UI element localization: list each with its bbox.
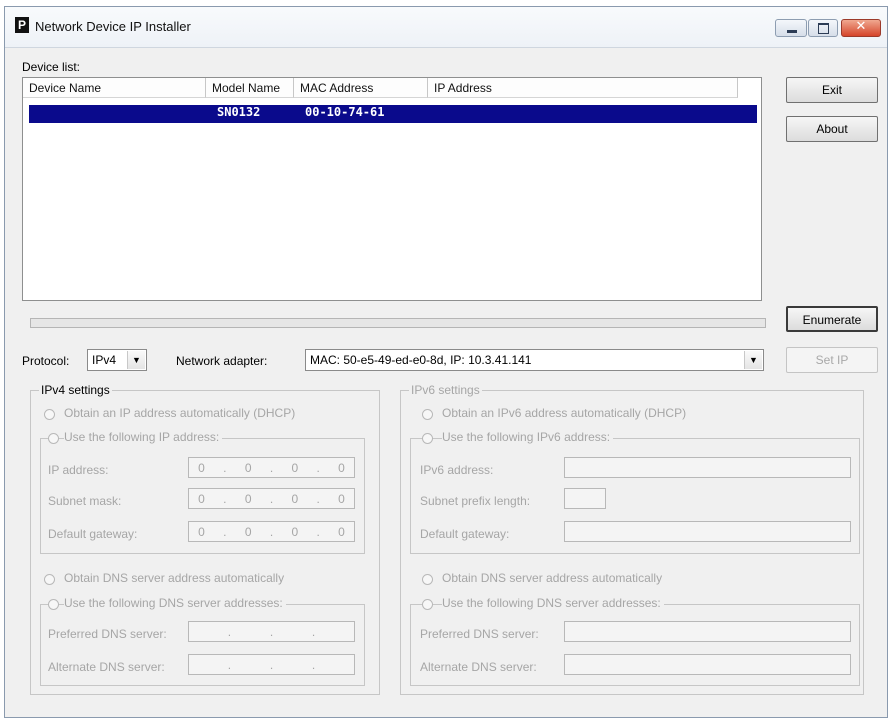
set-ip-button[interactable]: Set IP (786, 347, 878, 373)
minimize-icon (787, 30, 797, 33)
ipv6-gateway-label: Default gateway: (420, 527, 510, 541)
gateway-octet: 0 (291, 524, 299, 539)
maximize-button[interactable] (808, 19, 838, 37)
ipv6-gateway-field[interactable] (564, 521, 851, 542)
preferred-dns-label: Preferred DNS server: (48, 627, 167, 641)
column-header-ip-address[interactable]: IP Address (428, 78, 738, 98)
minimize-button[interactable] (775, 19, 807, 37)
ipv6-use-following-radio[interactable] (422, 433, 433, 444)
chevron-down-icon: ▼ (744, 351, 762, 369)
chevron-down-icon: ▼ (127, 351, 145, 369)
ip-address-label: IP address: (48, 463, 109, 477)
ipv6-settings-title: IPv6 settings (409, 383, 482, 397)
protocol-value: IPv4 (92, 353, 117, 367)
ip-dot: . (223, 491, 227, 506)
default-gateway-label: Default gateway: (48, 527, 138, 541)
ipv4-settings-title: IPv4 settings (39, 383, 112, 397)
maximize-icon (818, 23, 829, 34)
ipv4-use-dns-label: Use the following DNS server addresses: (64, 596, 286, 610)
ipv6-obtain-auto-radio[interactable] (422, 409, 433, 420)
ipv6-use-dns-label: Use the following DNS server addresses: (442, 596, 664, 610)
ipv6-obtain-dns-label: Obtain DNS server address automatically (442, 571, 663, 585)
cell-mac-address: 00-10-74-61 (305, 105, 385, 119)
subnet-mask-octet: 0 (338, 491, 345, 506)
alternate-dns-field[interactable]: ... (188, 654, 355, 675)
default-gateway-field[interactable]: 0. 0. 0. 0 (188, 521, 355, 542)
subnet-mask-octet: 0 (291, 491, 299, 506)
protocol-label: Protocol: (22, 354, 70, 368)
subnet-prefix-field[interactable] (564, 488, 606, 509)
ipv6-obtain-dns-radio[interactable] (422, 574, 433, 585)
ip-dot: . (269, 524, 274, 539)
subnet-mask-octet: 0 (244, 491, 252, 506)
window-title: Network Device IP Installer (35, 19, 191, 34)
column-header-mac-address[interactable]: MAC Address (294, 78, 428, 98)
column-header-device-name[interactable]: Device Name (23, 78, 206, 98)
subnet-prefix-label: Subnet prefix length: (420, 494, 531, 508)
close-button[interactable]: ✕ (841, 19, 881, 37)
ip-dot: . (316, 460, 320, 475)
close-icon: ✕ (855, 19, 867, 34)
ip-address-octet: 0 (244, 460, 252, 475)
ipv4-obtain-dns-radio[interactable] (44, 574, 55, 585)
column-header-model-name[interactable]: Model Name (206, 78, 294, 98)
ip-address-octet: 0 (338, 460, 345, 475)
ip-dot: . (269, 491, 274, 506)
ipv6-use-following-label: Use the following IPv6 address: (442, 430, 614, 444)
network-adapter-value: MAC: 50-e5-49-ed-e0-8d, IP: 10.3.41.141 (310, 353, 532, 367)
ip-dot: . (316, 491, 320, 506)
ipv4-obtain-auto-label: Obtain an IP address automatically (DHCP… (64, 406, 296, 420)
table-row[interactable]: SN0132 00-10-74-61 (29, 105, 757, 123)
ipv4-obtain-auto-radio[interactable] (44, 409, 55, 420)
alternate-dns-label: Alternate DNS server: (48, 660, 165, 674)
ipv6-use-dns-radio[interactable] (422, 599, 433, 610)
ip-address-octet: 0 (291, 460, 299, 475)
ipv4-obtain-dns-label: Obtain DNS server address automatically (64, 571, 285, 585)
ipv6-alternate-dns-label: Alternate DNS server: (420, 660, 537, 674)
protocol-select[interactable]: IPv4 ▼ (87, 349, 147, 371)
ip-dot: . (316, 524, 320, 539)
about-button[interactable]: About (786, 116, 878, 142)
ip-address-field[interactable]: 0. 0. 0. 0 (188, 457, 355, 478)
ipv6-address-field[interactable] (564, 457, 851, 478)
subnet-mask-octet: 0 (198, 491, 205, 506)
device-list-label: Device list: (22, 60, 81, 74)
exit-button[interactable]: Exit (786, 77, 878, 103)
ipv6-preferred-dns-field[interactable] (564, 621, 851, 642)
ipv4-use-following-radio[interactable] (48, 433, 59, 444)
ip-dot: . (269, 460, 274, 475)
gateway-octet: 0 (338, 524, 345, 539)
ip-address-octet: 0 (198, 460, 205, 475)
subnet-mask-field[interactable]: 0. 0. 0. 0 (188, 488, 355, 509)
ip-dot: . (223, 524, 227, 539)
network-adapter-select[interactable]: MAC: 50-e5-49-ed-e0-8d, IP: 10.3.41.141 … (305, 349, 764, 371)
gateway-octet: 0 (244, 524, 252, 539)
gateway-octet: 0 (198, 524, 205, 539)
device-list[interactable]: Device Name Model Name MAC Address IP Ad… (22, 77, 762, 301)
app-logo-icon: P (15, 17, 29, 33)
ipv4-use-following-label: Use the following IP address: (64, 430, 223, 444)
ipv6-alternate-dns-field[interactable] (564, 654, 851, 675)
title-bar[interactable]: P Network Device IP Installer ✕ (5, 7, 887, 48)
ip-dot: . (223, 460, 227, 475)
progress-bar (30, 318, 766, 328)
ipv4-use-dns-radio[interactable] (48, 599, 59, 610)
subnet-mask-label: Subnet mask: (48, 494, 122, 508)
ipv6-preferred-dns-label: Preferred DNS server: (420, 627, 539, 641)
enumerate-button[interactable]: Enumerate (786, 306, 878, 332)
network-adapter-label: Network adapter: (176, 354, 268, 368)
ipv6-address-label: IPv6 address: (420, 463, 494, 477)
cell-model-name: SN0132 (217, 105, 261, 119)
preferred-dns-field[interactable]: ... (188, 621, 355, 642)
ipv6-obtain-auto-label: Obtain an IPv6 address automatically (DH… (442, 406, 687, 420)
